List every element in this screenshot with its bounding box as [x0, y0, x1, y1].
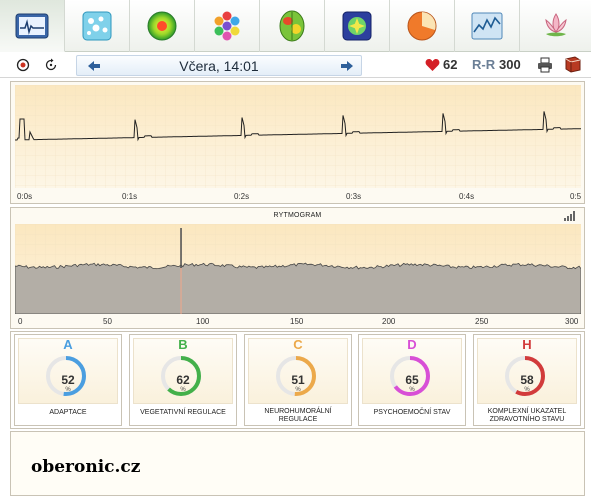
- ecg-tick: 0:1s: [122, 192, 138, 201]
- rhythmogram-tick: 50: [103, 317, 112, 326]
- index-label: KOMPLEXNÍ UKAZATEL ZDRAVOTNÍHO STAVU: [487, 408, 567, 423]
- energy-circle-icon: [147, 11, 177, 41]
- rhythmogram-tick: 150: [290, 317, 304, 326]
- rr-label: R-R: [472, 57, 496, 72]
- ecg-tick: 0:0s: [17, 192, 33, 201]
- rhythmogram-tick: 100: [196, 317, 210, 326]
- toolbar: Včera, 14:01 62 R-R 300: [0, 53, 591, 78]
- index-unit: %: [524, 387, 530, 393]
- index-value: 51: [291, 373, 305, 387]
- index-card-c[interactable]: C 51 % NEUROHUMORÁLNÍ REGULACE: [244, 334, 352, 426]
- index-letter: A: [63, 337, 73, 352]
- trend-chart-icon: [471, 12, 503, 40]
- index-label: PSYCHOEMOČNÍ STAV: [373, 409, 451, 416]
- tab-cells[interactable]: [65, 0, 130, 52]
- index-label: NEUROHUMORÁLNÍ REGULACE: [264, 408, 332, 423]
- index-card-a[interactable]: A 52 % ADAPTACE: [14, 334, 122, 426]
- rhythmogram-tick: 300: [565, 317, 579, 326]
- print-icon[interactable]: [537, 57, 553, 73]
- date-navigator: Včera, 14:01: [76, 55, 362, 76]
- tab-ecg[interactable]: [0, 0, 65, 52]
- module-tab-bar: [0, 0, 591, 52]
- index-card-h[interactable]: H 58 % KOMPLEXNÍ UKAZATEL ZDRAVOTNÍHO ST…: [473, 334, 581, 426]
- tab-trend[interactable]: [455, 0, 520, 52]
- index-label: VEGETATIVNÍ REGULACE: [140, 409, 226, 416]
- tab-brain[interactable]: [260, 0, 325, 52]
- tab-chakra[interactable]: [325, 0, 390, 52]
- current-date: Včera, 14:01: [179, 58, 259, 74]
- book-icon[interactable]: [564, 56, 582, 73]
- chakra-icon: [342, 11, 372, 41]
- ecg-grid: [15, 85, 581, 188]
- ecg-tick: 0:5: [570, 192, 582, 201]
- tab-pie[interactable]: [390, 0, 455, 52]
- info-panel: oberonic.cz: [10, 431, 585, 496]
- signal-strength-icon: [564, 211, 575, 221]
- heart-icon: [425, 59, 440, 71]
- index-card-d[interactable]: D 65 % PSYCHOEMOČNÍ STAV: [358, 334, 466, 426]
- index-value: 62: [176, 373, 190, 387]
- lotus-icon: [544, 13, 567, 37]
- rhythmogram-panel: RYTMOGRAM 0 50 100 150 200 250 300: [10, 207, 585, 329]
- tab-lotus[interactable]: [520, 0, 591, 52]
- rr-value: 300: [499, 57, 521, 72]
- index-value: 58: [520, 373, 534, 387]
- brain-map-icon: [279, 10, 305, 42]
- cells-icon: [82, 11, 112, 41]
- ecg-tick: 0:4s: [459, 192, 475, 201]
- ecg-panel: 0:0s 0:1s 0:2s 0:3s 0:4s 0:5: [10, 81, 585, 204]
- tab-energy[interactable]: [130, 0, 195, 52]
- index-letter: B: [178, 337, 188, 352]
- rhythmogram-tick: 0: [18, 317, 23, 326]
- index-letter: C: [293, 337, 303, 352]
- index-unit: %: [180, 387, 186, 393]
- index-letter: D: [407, 337, 417, 352]
- hexagon-chart-icon: [214, 11, 240, 41]
- indices-panel: A 52 % ADAPTACE B 62 % VEGETATIVNÍ REGUL…: [10, 331, 585, 429]
- rhythmogram-area: [15, 262, 581, 314]
- pie-chart-icon: [407, 11, 437, 41]
- rhythmogram-chart: [15, 224, 581, 314]
- rhythmogram-tick: 200: [382, 317, 396, 326]
- next-arrow-icon[interactable]: [340, 59, 354, 73]
- index-letter: H: [522, 337, 532, 352]
- refresh-icon[interactable]: [44, 58, 58, 72]
- index-label: ADAPTACE: [49, 409, 87, 416]
- index-value: 52: [61, 373, 75, 387]
- index-unit: %: [409, 387, 415, 393]
- heart-rate-value: 62: [443, 57, 458, 72]
- tab-hexagons[interactable]: [195, 0, 260, 52]
- index-card-b[interactable]: B 62 % VEGETATIVNÍ REGULACE: [129, 334, 237, 426]
- ecg-monitor-icon: [15, 13, 49, 38]
- watermark-text: oberonic.cz: [31, 457, 141, 477]
- ecg-chart: [15, 85, 581, 188]
- index-value: 65: [405, 373, 419, 387]
- rhythmogram-title: RYTMOGRAM: [273, 212, 322, 219]
- record-icon[interactable]: [16, 58, 30, 72]
- index-unit: %: [295, 387, 301, 393]
- index-unit: %: [65, 387, 71, 393]
- ecg-tick: 0:2s: [234, 192, 250, 201]
- rhythmogram-tick: 250: [475, 317, 489, 326]
- ecg-tick: 0:3s: [346, 192, 362, 201]
